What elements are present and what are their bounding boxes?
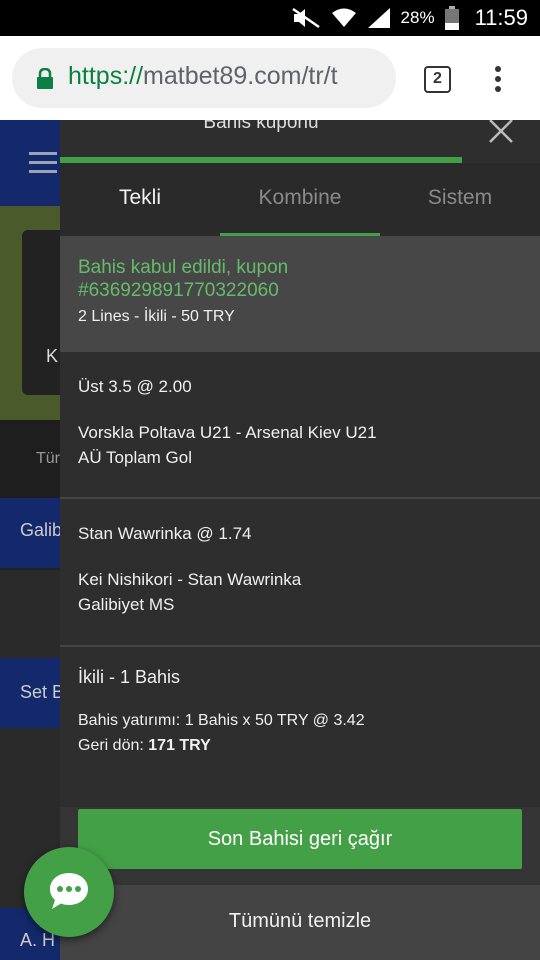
selection-market: AÜ Toplam Gol [78, 448, 193, 467]
return-value: 171 TRY [148, 737, 211, 754]
clear-all-button[interactable]: Tümünü temizle [60, 885, 540, 960]
bet-type: İkili - 1 Bahis [78, 667, 181, 687]
tab-kombine[interactable]: Kombine [220, 163, 380, 236]
tab-sistem[interactable]: Sistem [380, 163, 540, 236]
return-label: Geri dön: [78, 737, 144, 754]
accepted-text: Bahis kabul edildi, kupon [78, 257, 289, 278]
signal-icon [367, 8, 390, 28]
browser-toolbar: https://matbet89.com/tr/t 2 [0, 36, 540, 120]
selection-pick: Stan Wawrinka @ 1.74 [78, 524, 252, 543]
coupon-tabs: Tekli Kombine Sistem [60, 163, 540, 236]
selection-event: Kei Nishikori - Stan Wawrinka [78, 570, 302, 589]
address-bar[interactable]: https://matbet89.com/tr/t [12, 48, 396, 108]
selection-item: Üst 3.5 @ 2.00 Vorskla Poltava U21 - Ars… [60, 352, 540, 499]
battery-icon [444, 6, 459, 30]
bet-accepted-message: Bahis kabul edildi, kupon #6369298917703… [60, 236, 540, 352]
mute-icon [291, 7, 320, 29]
selection-pick: Üst 3.5 @ 2.00 [78, 377, 192, 396]
overflow-menu-icon[interactable] [490, 66, 506, 94]
bg-section-label: Set B [20, 682, 65, 702]
tab-tekli[interactable]: Tekli [60, 163, 220, 236]
url-text: https://matbet89.com/tr/t [68, 62, 338, 91]
stake-text: Bahis yatırımı: 1 Bahis x 50 TRY @ 3.42 [78, 712, 365, 729]
wifi-icon [331, 8, 356, 27]
bet-summary: İkili - 1 Bahis Bahis yatırımı: 1 Bahis … [60, 647, 540, 807]
bg-tab-label[interactable]: Tür [36, 450, 60, 468]
battery-percent: 28% [400, 8, 435, 27]
close-icon[interactable] [486, 120, 516, 146]
selection-market: Galibiyet MS [78, 595, 175, 614]
chat-bubble-icon [50, 873, 88, 909]
bet-lines-summary: 2 Lines - İkili - 50 TRY [78, 308, 235, 325]
lock-icon [37, 68, 53, 89]
banner-card-text: K [46, 346, 59, 366]
coupon-number: #636929891770322060 [78, 280, 279, 301]
tab-switcher-button[interactable]: 2 [424, 66, 451, 93]
recall-area: Son Bahisi geri çağır [60, 807, 540, 885]
coupon-header: Bahis kuponu [60, 120, 540, 163]
banner-card[interactable] [22, 230, 62, 395]
selection-event: Vorskla Poltava U21 - Arsenal Kiev U21 [78, 423, 377, 442]
status-bar: 28% 11:59 [0, 0, 540, 36]
bg-section-label: Galib [20, 520, 63, 540]
coupon-title: Bahis kuponu [203, 120, 319, 133]
selection-item: Stan Wawrinka @ 1.74 Kei Nishikori - Sta… [60, 499, 540, 647]
bg-section-label: A. H [20, 930, 56, 950]
chat-button[interactable] [24, 847, 114, 937]
recall-last-bet-button[interactable]: Son Bahisi geri çağır [78, 809, 522, 869]
hamburger-menu-icon[interactable] [29, 152, 57, 179]
url-host: matbet89.com/tr/t [143, 62, 338, 90]
clock: 11:59 [474, 5, 528, 30]
bet-coupon-panel: Bahis kuponu Tekli Kombine Sistem Bahis … [60, 120, 540, 960]
url-scheme: https:// [68, 62, 144, 90]
bg-row[interactable] [0, 568, 60, 658]
return-line: Geri dön: 171 TRY [78, 733, 522, 758]
